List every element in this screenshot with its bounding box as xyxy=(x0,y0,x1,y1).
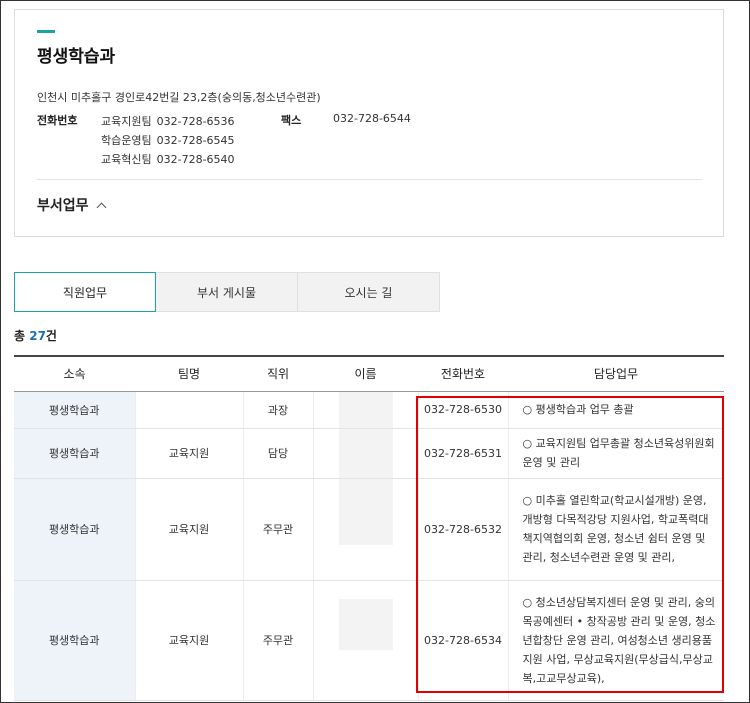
phone-team: 학습운영팀 xyxy=(101,134,152,147)
table-row: 평생학습과 교육지원 주무관 032-728-6534 ○ 청소년상담복지센터 … xyxy=(14,580,724,701)
cell-team: 교육지원 xyxy=(134,580,243,701)
header-name: 이름 xyxy=(313,355,418,392)
total-count: 총 27건 xyxy=(14,327,57,344)
header-team: 팀명 xyxy=(135,355,243,392)
department-duties-toggle[interactable]: 부서업무 xyxy=(37,195,106,215)
tab-department-posts[interactable]: 부서 게시물 xyxy=(156,272,298,312)
phone-number[interactable]: 032-728-6540 xyxy=(157,150,235,169)
cell-position: 담당 xyxy=(242,428,313,479)
cell-phone: 032-728-6534 xyxy=(417,580,508,701)
department-card: 평생학습과 인천시 미추홀구 경인로42번길 23,2층(숭의동,청소년수련관)… xyxy=(14,9,724,237)
cell-team: 교육지원 xyxy=(134,428,243,479)
cell-position: 주무관 xyxy=(242,580,313,701)
cell-team xyxy=(134,391,243,429)
header-phone: 전화번호 xyxy=(418,355,508,392)
table-header-row: 소속 팀명 직위 이름 전화번호 담당업무 xyxy=(14,355,724,392)
cell-name-redacted xyxy=(312,580,418,701)
phone-label: 전화번호 xyxy=(37,114,78,127)
tab-directions[interactable]: 오시는 길 xyxy=(298,272,440,312)
title-accent-bar xyxy=(37,30,55,33)
cell-org: 평생학습과 xyxy=(14,478,135,581)
tab-staff-duties[interactable]: 직원업무 xyxy=(14,272,156,312)
fax-label: 팩스 xyxy=(281,114,302,127)
chevron-up-icon xyxy=(96,202,106,212)
header-org: 소속 xyxy=(14,355,135,392)
cell-name-redacted xyxy=(312,478,418,581)
phone-row: 학습운영팀 032-728-6545 xyxy=(101,131,235,150)
phone-team: 교육혁신팀 xyxy=(101,153,152,166)
cell-name-redacted xyxy=(312,391,418,429)
name-redaction xyxy=(338,391,393,428)
cell-phone: 032-728-6530 xyxy=(417,391,508,429)
cell-name-redacted xyxy=(312,428,418,479)
header-duties: 담당업무 xyxy=(508,355,724,392)
cell-duties: ○ 청소년상담복지센터 운영 및 관리, 숭의목공예센터 • 창작공방 관리 및… xyxy=(507,580,724,701)
cell-position: 과장 xyxy=(242,391,313,429)
total-prefix: 총 xyxy=(14,329,30,343)
phone-list: 교육지원팀 032-728-6536 학습운영팀 032-728-6545 교육혁신… xyxy=(101,112,235,169)
cell-duties: ○ 평생학습과 업무 총괄 xyxy=(507,391,724,429)
phone-number[interactable]: 032-728-6545 xyxy=(157,131,235,150)
cell-phone: 032-728-6531 xyxy=(417,428,508,479)
cell-duties: ○ 교육지원팀 업무총괄 청소년육성위원회 운영 및 관리 xyxy=(507,428,724,479)
phone-number[interactable]: 032-728-6536 xyxy=(157,112,235,131)
cell-position: 주무관 xyxy=(242,478,313,581)
table-row: 평생학습과 과장 032-728-6530 ○ 평생학습과 업무 총괄 xyxy=(14,391,724,429)
cell-phone: 032-728-6532 xyxy=(417,478,508,581)
total-count-value: 27 xyxy=(29,329,46,343)
staff-table: 소속 팀명 직위 이름 전화번호 담당업무 평생학습과 과장 032-728-6… xyxy=(14,355,724,701)
phone-row: 교육혁신팀 032-728-6540 xyxy=(101,150,235,169)
card-divider xyxy=(37,179,702,180)
cell-org: 평생학습과 xyxy=(14,391,135,429)
name-redaction xyxy=(338,478,393,545)
cell-duties: ○ 미추홀 열린학교(학교시설개방) 운영, 개방형 다목적강당 지원사업, 학… xyxy=(507,478,724,581)
name-redaction xyxy=(338,428,393,478)
tab-bar: 직원업무 부서 게시물 오시는 길 xyxy=(14,272,440,312)
name-redaction xyxy=(338,598,393,650)
duties-toggle-label: 부서업무 xyxy=(37,198,89,214)
table-row: 평생학습과 교육지원 담당 032-728-6531 ○ 교육지원팀 업무총괄 … xyxy=(14,428,724,479)
table-row: 평생학습과 교육지원 주무관 032-728-6532 ○ 미추홀 열린학교(학… xyxy=(14,478,724,581)
fax-number: 032-728-6544 xyxy=(333,112,411,125)
total-suffix: 건 xyxy=(45,329,57,343)
phone-team: 교육지원팀 xyxy=(101,115,152,128)
cell-team: 교육지원 xyxy=(134,478,243,581)
cell-org: 평생학습과 xyxy=(14,580,135,701)
department-address: 인천시 미추홀구 경인로42번길 23,2층(숭의동,청소년수련관) xyxy=(37,91,321,104)
phone-row: 교육지원팀 032-728-6536 xyxy=(101,112,235,131)
cell-org: 평생학습과 xyxy=(14,428,135,479)
header-position: 직위 xyxy=(243,355,313,392)
department-title: 평생학습과 xyxy=(37,47,116,67)
